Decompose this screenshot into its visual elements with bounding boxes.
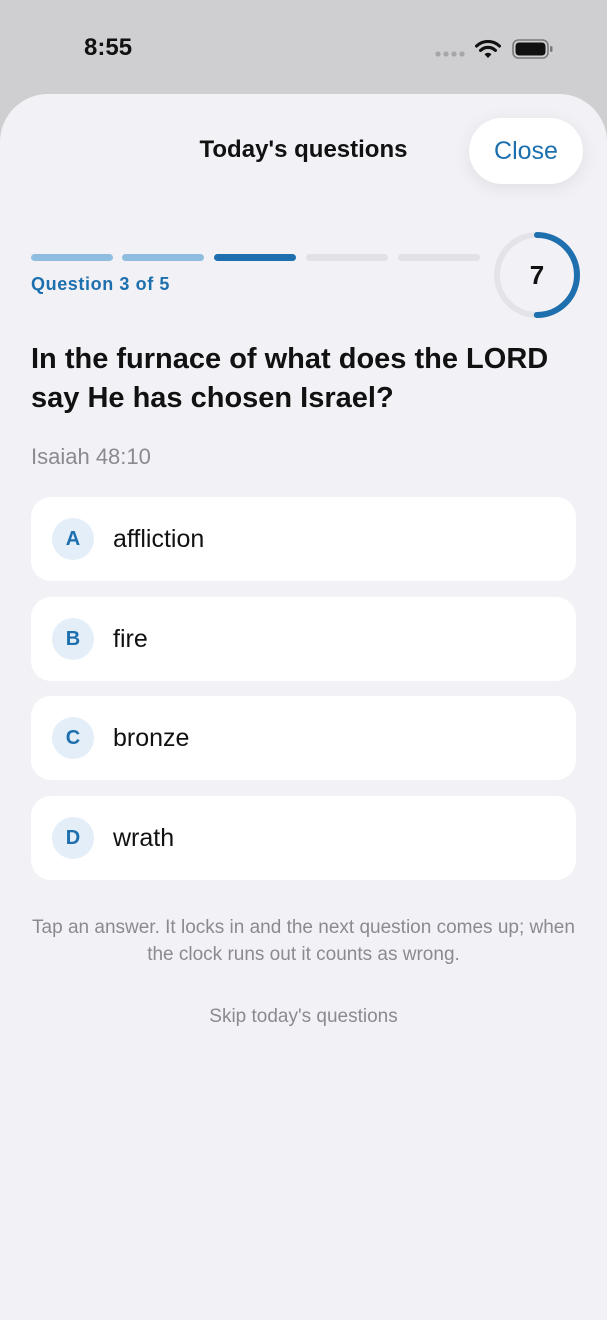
signal-icon xyxy=(435,51,465,57)
progress-segment-1 xyxy=(31,254,113,261)
answer-option-a[interactable]: A affliction xyxy=(31,497,576,581)
progress-segment-2 xyxy=(122,254,204,261)
quiz-sheet: Today's questions Close Question 3 of 5 … xyxy=(0,94,607,1320)
progress-segment-4 xyxy=(306,254,388,261)
status-time: 8:55 xyxy=(84,34,133,61)
close-button[interactable]: Close xyxy=(469,118,583,184)
option-label: wrath xyxy=(113,823,175,852)
progress-segment-5 xyxy=(398,254,480,261)
option-letter-badge: A xyxy=(52,518,94,560)
answer-option-c[interactable]: C bronze xyxy=(31,696,576,780)
question-text: In the furnace of what does the LORD say… xyxy=(31,343,549,414)
skip-button[interactable]: Skip today's questions xyxy=(0,1006,607,1028)
battery-icon xyxy=(512,39,553,59)
option-letter-badge: C xyxy=(52,717,94,759)
option-label: fire xyxy=(113,624,148,653)
option-letter-badge: B xyxy=(52,618,94,660)
answer-option-b[interactable]: B fire xyxy=(31,597,576,681)
answer-option-d[interactable]: D wrath xyxy=(31,796,576,880)
progress-segment-3 xyxy=(214,254,296,261)
instructions-text: Tap an answer. It locks in and the next … xyxy=(32,917,575,965)
question-counter: Question 3 of 5 xyxy=(31,274,171,294)
option-label: affliction xyxy=(113,524,205,553)
option-label: bronze xyxy=(113,723,190,752)
option-letter-badge: D xyxy=(52,817,94,859)
scripture-reference: Isaiah 48:10 xyxy=(31,444,151,469)
timer-value: 7 xyxy=(529,259,545,290)
wifi-icon xyxy=(475,39,501,58)
status-bar: 8:55 xyxy=(0,0,607,94)
